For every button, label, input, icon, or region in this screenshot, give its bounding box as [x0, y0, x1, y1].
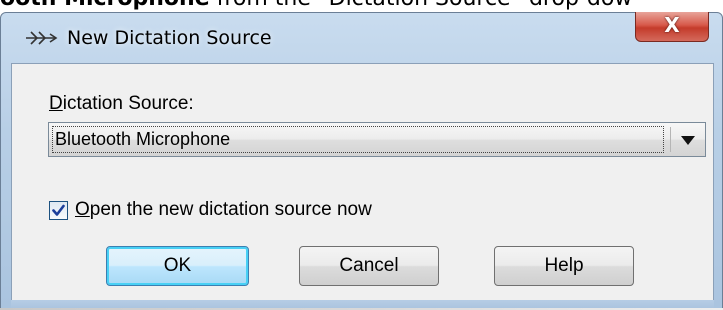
- checkbox-mnemonic: O: [75, 199, 90, 220]
- checkbox-text: pen the new dictation source now: [89, 199, 372, 220]
- checkmark-icon: [52, 204, 65, 216]
- close-button[interactable]: X: [635, 12, 709, 42]
- open-now-checkbox[interactable]: [49, 201, 68, 220]
- dictation-source-selected-value: Bluetooth Microphone: [52, 126, 664, 153]
- ok-button[interactable]: OK: [106, 246, 249, 286]
- new-dictation-source-dialog: New Dictation Source X Dictation Source:…: [0, 12, 723, 310]
- help-button[interactable]: Help: [494, 246, 634, 286]
- dictation-source-dropdown[interactable]: Bluetooth Microphone: [48, 122, 706, 157]
- background-bold-text: ooth Microphone: [0, 0, 210, 11]
- close-icon: X: [664, 13, 680, 37]
- background-plain-text: from the “Dictation Source” drop-dow: [210, 0, 633, 11]
- chevron-down-icon: [681, 136, 695, 145]
- title-bar[interactable]: New Dictation Source X: [1, 12, 722, 63]
- open-now-label[interactable]: Open the new dictation source now: [75, 199, 372, 221]
- label-text: ictation Source:: [62, 93, 194, 114]
- label-mnemonic: D: [49, 93, 63, 114]
- dictation-source-label: Dictation Source:: [49, 93, 194, 115]
- background-instruction-text: ooth Microphone from the “Dictation Sour…: [0, 0, 723, 12]
- dialog-title: New Dictation Source: [67, 27, 272, 49]
- cancel-button[interactable]: Cancel: [299, 246, 439, 286]
- dialog-client-area: Dictation Source: Bluetooth Microphone O…: [11, 63, 714, 301]
- dropdown-divider: [670, 127, 671, 152]
- dictation-source-icon: [26, 31, 58, 45]
